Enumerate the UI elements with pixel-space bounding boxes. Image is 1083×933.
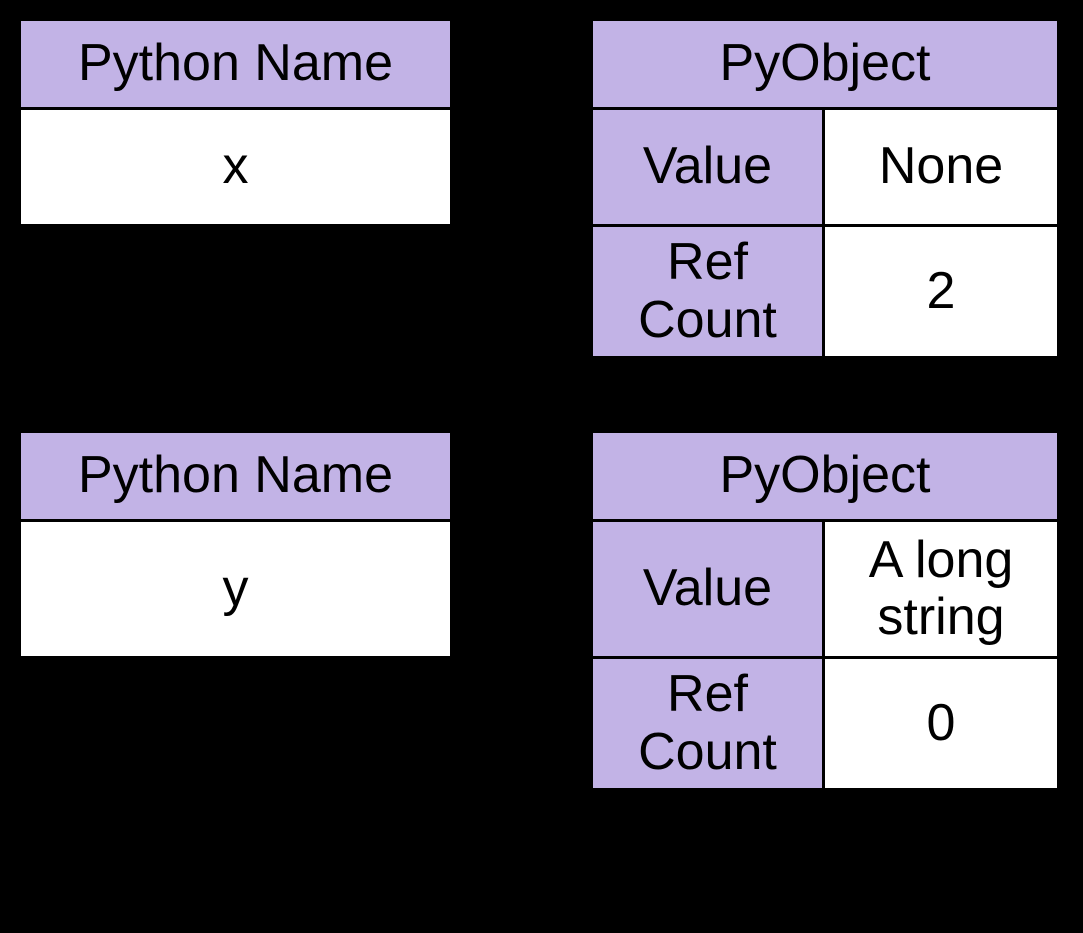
pyobject-2-refcount-label: Ref Count (590, 656, 825, 791)
pyobject-1-value: None (822, 107, 1060, 227)
pyobject-1-refcount-label: Ref Count (590, 224, 825, 359)
pyobject-2-refcount: 0 (822, 656, 1060, 791)
pyobject-header-1: PyObject (590, 18, 1060, 110)
pyobject-header-2: PyObject (590, 430, 1060, 522)
python-name-value-2: y (18, 519, 453, 659)
pyobject-2-value: A long string (822, 519, 1060, 659)
pyobject-1-refcount: 2 (822, 224, 1060, 359)
pyobject-2-value-label: Value (590, 519, 825, 659)
python-name-header-2: Python Name (18, 430, 453, 522)
pyobject-1-value-label: Value (590, 107, 825, 227)
python-name-value-1: x (18, 107, 453, 227)
python-name-header-1: Python Name (18, 18, 453, 110)
